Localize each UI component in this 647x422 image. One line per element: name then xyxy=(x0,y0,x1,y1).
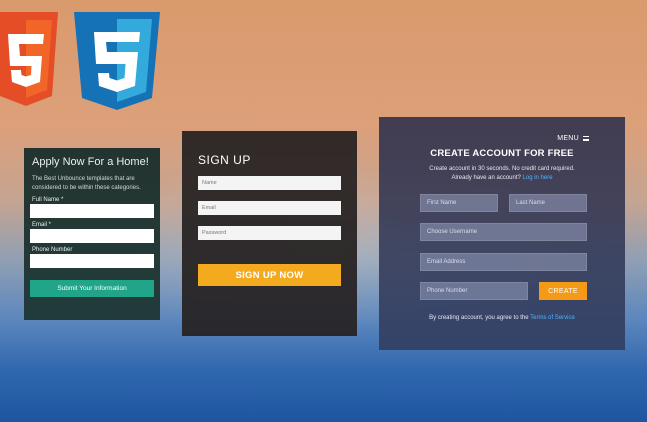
email-input[interactable]: Email xyxy=(198,201,341,215)
terms-of-service-link[interactable]: Terms of Service xyxy=(530,315,575,321)
css3-logo xyxy=(74,12,160,110)
create-account-card: MENU CREATE ACCOUNT FOR FREE Create acco… xyxy=(379,117,625,350)
email-address-input[interactable]: Email Address xyxy=(420,253,587,271)
menu-label: MENU xyxy=(557,135,579,142)
email-input[interactable] xyxy=(30,229,154,243)
phone-number-input[interactable] xyxy=(30,254,154,268)
signup-form-card: SIGN UP Name Email Password SIGN UP NOW xyxy=(182,131,357,336)
already-have-account-text: Already have an account? xyxy=(451,175,521,181)
signup-title: SIGN UP xyxy=(198,153,251,167)
login-link[interactable]: Log in here xyxy=(523,175,553,181)
create-button[interactable]: CREATE xyxy=(539,282,587,300)
html5-logo xyxy=(0,12,58,106)
email-label: Email * xyxy=(32,222,52,228)
signup-now-button[interactable]: SIGN UP NOW xyxy=(198,264,341,286)
username-input[interactable]: Choose Username xyxy=(420,223,587,241)
phone-number-label: Phone Number xyxy=(32,247,73,253)
apply-form-card: Apply Now For a Home! The Best Unbounce … xyxy=(24,148,160,320)
menu-button[interactable]: MENU xyxy=(557,135,589,142)
create-account-title: CREATE ACCOUNT FOR FREE xyxy=(430,148,574,159)
last-name-input[interactable]: Last Name xyxy=(509,194,587,212)
name-input[interactable]: Name xyxy=(198,176,341,190)
full-name-label: Full Name * xyxy=(32,197,64,203)
apply-form-title: Apply Now For a Home! xyxy=(32,156,149,168)
terms-notice: By creating account, you agree to the Te… xyxy=(379,315,625,321)
create-account-subtitle: Create account in 30 seconds. No credit … xyxy=(379,165,625,183)
full-name-input[interactable] xyxy=(30,204,154,218)
hamburger-icon xyxy=(583,136,589,141)
apply-form-description: The Best Unbounce templates that are con… xyxy=(32,176,141,191)
submit-information-button[interactable]: Submit Your Information xyxy=(30,280,154,297)
password-input[interactable]: Password xyxy=(198,226,341,240)
terms-text: By creating account, you agree to the xyxy=(429,315,529,321)
first-name-input[interactable]: First Name xyxy=(420,194,498,212)
phone-number-input[interactable]: Phone Number xyxy=(420,282,528,300)
subtitle-line-2: Already have an account? Log in here xyxy=(379,174,625,183)
subtitle-line-1: Create account in 30 seconds. No credit … xyxy=(429,166,575,172)
